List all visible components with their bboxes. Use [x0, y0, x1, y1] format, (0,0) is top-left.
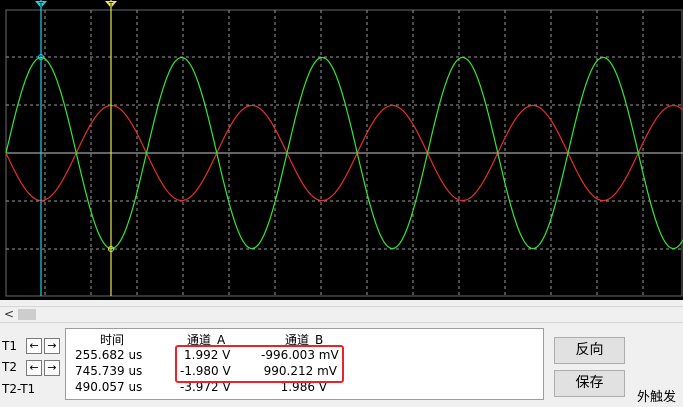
external-trigger-label: 外触发	[637, 390, 677, 405]
t2-move-right-button[interactable]: →	[44, 360, 60, 376]
scroll-left-icon[interactable]: <	[2, 307, 16, 322]
row3-time: 490.057 us	[75, 380, 143, 394]
scroll-thumb[interactable]	[18, 309, 36, 320]
row3-channel-a: -3.972 V	[180, 380, 231, 394]
row3-channel-b: 1.986 V	[280, 380, 327, 394]
invert-button[interactable]: 反向	[554, 337, 625, 364]
header-channel-b: 通道_B	[285, 333, 324, 347]
save-button[interactable]: 保存	[554, 370, 625, 397]
cursor-t1-label: T1	[2, 339, 17, 353]
row2-channel-b: 990.212 mV	[263, 364, 337, 378]
header-channel-a: 通道_A	[187, 333, 226, 347]
cursor-diff-label: T2-T1	[2, 382, 36, 396]
t2-move-left-button[interactable]: ←	[26, 360, 42, 376]
arrow-right-icon: →	[47, 361, 57, 374]
measurement-table: 时间 通道_A 通道_B 255.682 us 1.992 V -996.003…	[65, 328, 544, 400]
row1-channel-b: -996.003 mV	[261, 348, 339, 362]
cursor-t1-marker-label: T	[38, 1, 44, 9]
row2-time: 745.739 us	[75, 364, 143, 378]
row1-time: 255.682 us	[75, 348, 143, 362]
t1-move-right-button[interactable]: →	[44, 338, 60, 354]
arrow-left-icon: ←	[29, 361, 39, 374]
arrow-left-icon: ←	[29, 339, 39, 352]
row1-channel-a: 1.992 V	[184, 348, 231, 362]
arrow-right-icon: →	[47, 339, 57, 352]
oscilloscope-display[interactable]: TT	[0, 0, 683, 300]
header-time: 时间	[100, 333, 125, 347]
cursor-t2-label: T2	[2, 360, 17, 374]
horizontal-scrollbar[interactable]: <	[0, 306, 683, 323]
t1-move-left-button[interactable]: ←	[26, 338, 42, 354]
cursor-t2-marker-label: T	[108, 1, 114, 9]
row2-channel-a: -1.980 V	[180, 364, 231, 378]
